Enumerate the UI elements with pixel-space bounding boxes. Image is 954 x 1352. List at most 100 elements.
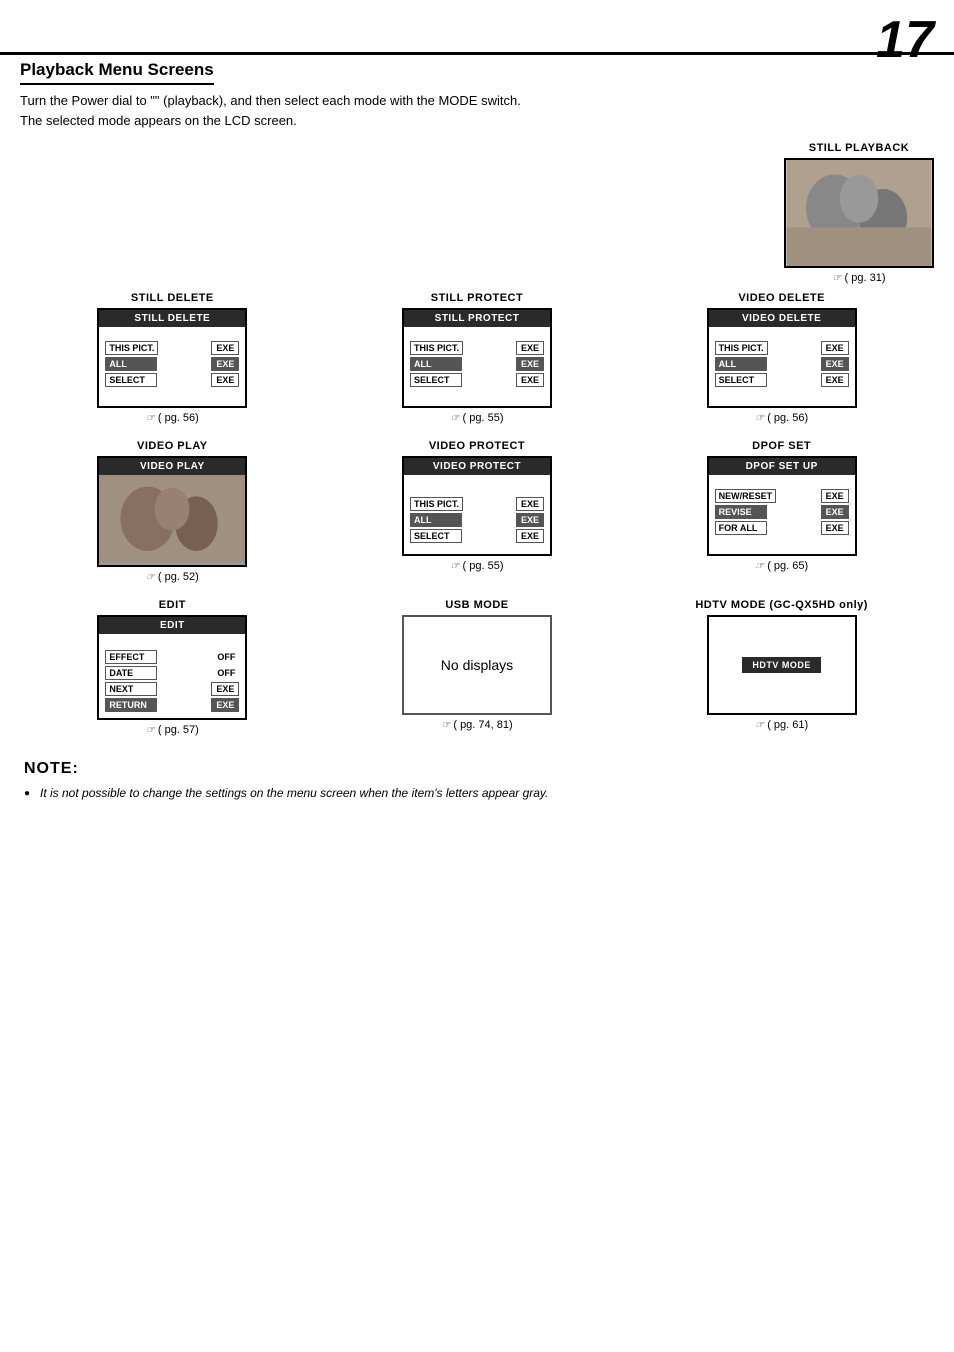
- video-protect-body: THIS PICT. EXE ALL EXE SELECT EXE: [404, 475, 550, 549]
- video-delete-row-3: SELECT EXE: [715, 373, 849, 387]
- note-section: NOTE: It is not possible to change the s…: [20, 760, 934, 802]
- top-border: [0, 52, 954, 55]
- dpof-set-label: DPOF SET: [752, 440, 811, 452]
- still-protect-row1-name: THIS PICT.: [410, 341, 463, 355]
- video-delete-box: VIDEO DELETE THIS PICT. EXE ALL EXE SELE…: [707, 308, 857, 408]
- still-protect-box: STILL PROTECT THIS PICT. EXE ALL EXE SEL…: [402, 308, 552, 408]
- still-delete-row-3: SELECT EXE: [105, 373, 239, 387]
- video-delete-row1-name: THIS PICT.: [715, 341, 768, 355]
- video-delete-row3-name: SELECT: [715, 373, 767, 387]
- video-delete-pg-icon: ☞: [755, 413, 764, 424]
- hdtv-mode-cell: HDTV MODE (GC-QX5HD only) HDTV MODE ☞ ( …: [629, 591, 934, 744]
- screens-grid: STILL DELETE STILL DELETE THIS PICT. EXE…: [20, 284, 934, 744]
- video-play-svg: [99, 475, 245, 563]
- still-protect-row2-exe: EXE: [516, 357, 544, 371]
- video-protect-title: VIDEO PROTECT: [404, 458, 550, 475]
- dpof-set-box: DPOF SET UP NEW/RESET EXE REVISE EXE FOR…: [707, 456, 857, 556]
- usb-mode-box: No displays: [402, 615, 552, 715]
- still-protect-label: STILL PROTECT: [431, 292, 523, 304]
- top-row: STILL PLAYBACK ☞ ( pg. 31): [20, 142, 934, 284]
- hdtv-mode-pg-icon: ☞: [755, 720, 764, 731]
- usb-mode-ref: ☞ ( pg. 74, 81): [441, 719, 512, 731]
- still-delete-row3-name: SELECT: [105, 373, 157, 387]
- edit-row3-exe: EXE: [211, 682, 239, 696]
- still-protect-row3-name: SELECT: [410, 373, 462, 387]
- video-delete-row2-name: ALL: [715, 357, 767, 371]
- still-playback-cell: STILL PLAYBACK ☞ ( pg. 31): [784, 142, 934, 284]
- still-delete-cell: STILL DELETE STILL DELETE THIS PICT. EXE…: [20, 284, 325, 432]
- still-playback-ref: ☞ ( pg. 31): [833, 272, 886, 284]
- video-protect-row-3: SELECT EXE: [410, 529, 544, 543]
- video-delete-row-1: THIS PICT. EXE: [715, 341, 849, 355]
- edit-row1-name: EFFECT: [105, 650, 157, 664]
- still-protect-row-2: ALL EXE: [410, 357, 544, 371]
- still-delete-label: STILL DELETE: [131, 292, 214, 304]
- still-playback-label: STILL PLAYBACK: [809, 142, 910, 154]
- dpof-set-row3-name: FOR ALL: [715, 521, 767, 535]
- video-play-ref: ☞ ( pg. 52): [146, 571, 199, 583]
- video-protect-label: VIDEO PROTECT: [429, 440, 525, 452]
- dpof-set-row1-exe: EXE: [821, 489, 849, 503]
- edit-title: EDIT: [99, 617, 245, 634]
- main-content: Playback Menu Screens Turn the Power dia…: [20, 60, 934, 802]
- video-protect-row-2: ALL EXE: [410, 513, 544, 527]
- video-delete-title: VIDEO DELETE: [709, 310, 855, 327]
- video-delete-ref: ☞ ( pg. 56): [755, 412, 808, 424]
- dpof-set-row2-exe: EXE: [821, 505, 849, 519]
- dpof-set-row-2: REVISE EXE: [715, 505, 849, 519]
- hdtv-mode-box: HDTV MODE: [707, 615, 857, 715]
- edit-row2-name: DATE: [105, 666, 157, 680]
- still-protect-pg-icon: ☞: [450, 413, 459, 424]
- edit-box: EDIT EFFECT OFF DATE OFF NEXT EXE: [97, 615, 247, 720]
- section-title: Playback Menu Screens: [20, 60, 214, 85]
- edit-row-4: RETURN EXE: [105, 698, 239, 712]
- usb-mode-label: USB MODE: [445, 599, 508, 611]
- video-protect-row-1: THIS PICT. EXE: [410, 497, 544, 511]
- video-play-cell: VIDEO PLAY VIDEO PLAY ☞ ( pg. 52): [20, 432, 325, 591]
- still-playback-svg: [786, 160, 932, 266]
- video-protect-row2-exe: EXE: [516, 513, 544, 527]
- still-delete-body: THIS PICT. EXE ALL EXE SELECT EXE: [99, 327, 245, 393]
- video-protect-row3-name: SELECT: [410, 529, 462, 543]
- video-play-pg-icon: ☞: [146, 572, 155, 583]
- video-delete-row2-exe: EXE: [821, 357, 849, 371]
- edit-row1-val: OFF: [213, 651, 239, 663]
- video-protect-box: VIDEO PROTECT THIS PICT. EXE ALL EXE SEL…: [402, 456, 552, 556]
- still-protect-row3-exe: EXE: [516, 373, 544, 387]
- still-delete-title: STILL DELETE: [99, 310, 245, 327]
- dpof-set-row2-name: REVISE: [715, 505, 767, 519]
- video-delete-cell: VIDEO DELETE VIDEO DELETE THIS PICT. EXE…: [629, 284, 934, 432]
- still-protect-cell: STILL PROTECT STILL PROTECT THIS PICT. E…: [325, 284, 630, 432]
- dpof-set-title: DPOF SET UP: [709, 458, 855, 475]
- dpof-set-row3-exe: EXE: [821, 521, 849, 535]
- note-item-1: It is not possible to change the setting…: [24, 784, 934, 802]
- video-play-title: VIDEO PLAY: [99, 458, 245, 475]
- still-delete-row2-exe: EXE: [211, 357, 239, 371]
- note-title: NOTE:: [24, 760, 934, 778]
- video-delete-row-2: ALL EXE: [715, 357, 849, 371]
- still-delete-row3-exe: EXE: [211, 373, 239, 387]
- video-delete-row3-exe: EXE: [821, 373, 849, 387]
- still-protect-ref: ☞ ( pg. 55): [450, 412, 503, 424]
- video-protect-pg-icon: ☞: [450, 561, 459, 572]
- edit-row4-exe: EXE: [211, 698, 239, 712]
- still-protect-row2-name: ALL: [410, 357, 462, 371]
- video-play-label: VIDEO PLAY: [137, 440, 208, 452]
- dpof-set-row1-name: NEW/RESET: [715, 489, 777, 503]
- hdtv-mode-ref: ☞ ( pg. 61): [755, 719, 808, 731]
- edit-row3-name: NEXT: [105, 682, 157, 696]
- still-delete-box: STILL DELETE THIS PICT. EXE ALL EXE SELE…: [97, 308, 247, 408]
- still-delete-row2-name: ALL: [105, 357, 157, 371]
- video-play-box: VIDEO PLAY: [97, 456, 247, 567]
- still-playback-image: [784, 158, 934, 268]
- page-ref-icon: ☞: [833, 273, 842, 284]
- dpof-set-body: NEW/RESET EXE REVISE EXE FOR ALL EXE: [709, 475, 855, 541]
- video-protect-ref: ☞ ( pg. 55): [450, 560, 503, 572]
- usb-no-display-text: No displays: [441, 657, 513, 673]
- edit-row-1: EFFECT OFF: [105, 650, 239, 664]
- edit-body: EFFECT OFF DATE OFF NEXT EXE RETURN EXE: [99, 634, 245, 718]
- still-delete-pg-icon: ☞: [146, 413, 155, 424]
- edit-label: EDIT: [159, 599, 186, 611]
- video-delete-body: THIS PICT. EXE ALL EXE SELECT EXE: [709, 327, 855, 393]
- video-delete-row1-exe: EXE: [821, 341, 849, 355]
